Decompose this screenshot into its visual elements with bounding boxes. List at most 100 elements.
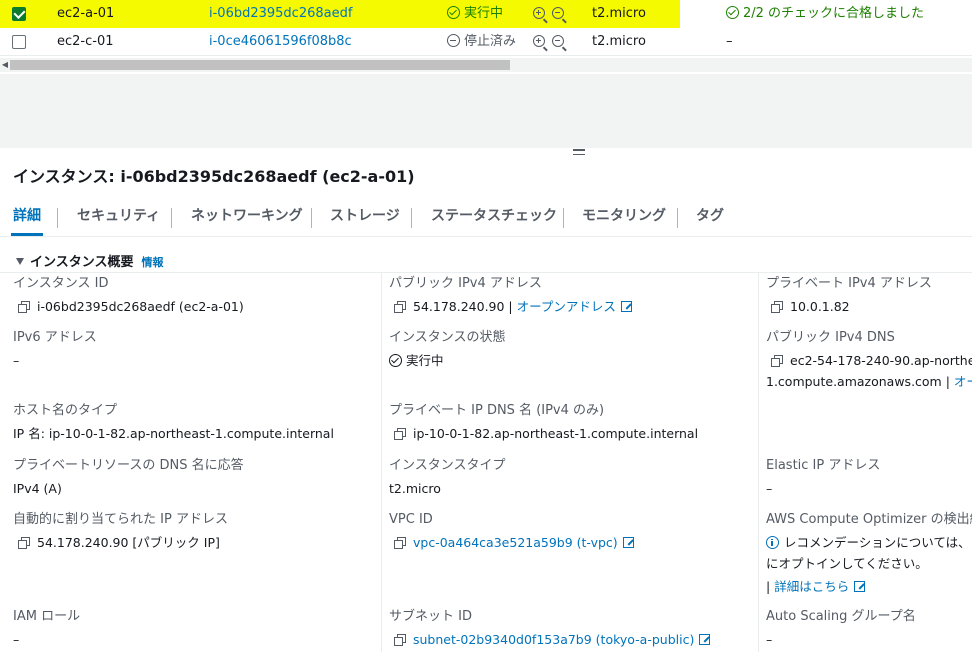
instance-type: t2.micro [592, 34, 646, 49]
field-label: プライベート IP DNS 名 (IPv4 のみ) [389, 403, 605, 418]
copy-icon[interactable] [18, 537, 30, 549]
instance-state: 停止済み [447, 28, 516, 56]
info-link[interactable]: 情報 [141, 256, 163, 269]
copy-icon[interactable] [18, 301, 30, 313]
field-public-ipv4: パブリック IPv4 アドレス 54.178.240.90 | オープンアドレス [389, 275, 633, 317]
check-circle-icon [447, 6, 460, 19]
field-auto-scaling-group: Auto Scaling グループ名 – [766, 608, 916, 650]
field-label: VPC ID [389, 512, 433, 527]
section-title: インスタンス概要 [30, 255, 134, 270]
tab-status-checks[interactable]: ステータスチェック [431, 200, 557, 236]
tab-tags[interactable]: タグ [696, 200, 724, 236]
field-label: ホスト名のタイプ [13, 403, 118, 418]
field-label: プライベートリソースの DNS 名に応答 [13, 458, 244, 473]
vpc-link[interactable]: vpc-0a464ca3e521a59b9 (t-vpc) [413, 535, 618, 550]
details-link[interactable]: 詳細はこちら [774, 579, 849, 594]
column-divider [758, 272, 759, 652]
external-link-icon[interactable] [622, 536, 635, 548]
divider [0, 272, 972, 273]
field-hostname-type: ホスト名のタイプ IP 名: ip-10-0-1-82.ap-northeast… [13, 402, 334, 444]
table-row[interactable]: ec2-c-01 i-0ce46061596f08b8c 停止済み t2.mic… [0, 28, 972, 56]
field-label: プライベート IPv4 アドレス [766, 276, 932, 291]
field-label: 自動的に割り当てられた IP アドレス [13, 512, 228, 527]
field-instance-id: インスタンス ID i-06bd2395dc268aedf (ec2-a-01) [13, 275, 244, 317]
field-public-dns: パブリック IPv4 DNS ec2-54-178-240-90.ap-nort… [766, 329, 972, 392]
field-label: Auto Scaling グループ名 [766, 609, 916, 624]
check-circle-icon [726, 6, 739, 19]
tab-details[interactable]: 詳細 [11, 200, 43, 236]
state-label: 実行中 [464, 6, 504, 21]
field-value: – [13, 353, 20, 368]
subnet-link[interactable]: subnet-02b9340d0f153a7b9 (tokyo-a-public… [413, 632, 694, 647]
field-label: Elastic IP アドレス [766, 458, 881, 473]
scrollbar-thumb[interactable] [10, 60, 510, 70]
optimizer-link[interactable]: にオプトインしてください。 [766, 556, 928, 571]
field-label: サブネット ID [389, 609, 472, 624]
table-empty-area [0, 74, 972, 148]
instances-table: ec2-a-01 i-06bd2395dc268aedf 実行中 t2.micr… [0, 0, 972, 74]
instance-name: ec2-a-01 [57, 6, 115, 21]
field-private-ip-dns: プライベート IP DNS 名 (IPv4 のみ) ip-10-0-1-82.a… [389, 402, 698, 444]
field-value: 10.0.1.82 [790, 299, 850, 314]
field-elastic-ip: Elastic IP アドレス – [766, 457, 880, 499]
field-label: AWS Compute Optimizer の検出結果 [766, 512, 972, 527]
resize-handle-icon[interactable] [573, 149, 585, 157]
field-value: 実行中 [406, 353, 444, 368]
page-title: インスタンス: i-06bd2395dc268aedf (ec2-a-01) [13, 167, 415, 186]
copy-icon[interactable] [394, 634, 406, 646]
field-label: インスタンス ID [13, 276, 109, 291]
field-private-ipv4: プライベート IPv4 アドレス 10.0.1.82 [766, 275, 932, 317]
optimizer-link[interactable]: レコメンデーションについては、 [784, 535, 971, 550]
zoom-controls [533, 28, 567, 56]
field-value: – [13, 632, 20, 647]
zoom-in-icon[interactable] [533, 7, 545, 19]
external-link-icon[interactable] [699, 633, 712, 645]
scroll-left-icon[interactable]: ◀ [0, 58, 10, 72]
field-value: t2.micro [389, 481, 441, 496]
instance-detail-panel: インスタンス: i-06bd2395dc268aedf (ec2-a-01) 詳… [0, 148, 972, 652]
status-check: – [726, 34, 733, 49]
instance-type: t2.micro [592, 6, 646, 21]
field-value: 54.178.240.90 | [413, 299, 513, 314]
field-value: ip-10-0-1-82.ap-northeast-1.compute.inte… [413, 426, 699, 441]
copy-icon[interactable] [771, 301, 783, 313]
zoom-out-icon[interactable] [552, 7, 565, 19]
copy-icon[interactable] [394, 301, 406, 313]
field-label: IPv6 アドレス [13, 330, 97, 345]
field-instance-state: インスタンスの状態 実行中 [389, 329, 505, 371]
field-label: インスタンスの状態 [389, 330, 506, 345]
field-vpc-id: VPC ID vpc-0a464ca3e521a59b9 (t-vpc) [389, 511, 635, 553]
open-address-link[interactable]: オープ [954, 374, 972, 389]
tab-storage[interactable]: ストレージ [330, 200, 400, 236]
field-value: – [766, 632, 773, 647]
tab-security[interactable]: セキュリティ [77, 200, 160, 236]
tab-monitoring[interactable]: モニタリング [582, 200, 666, 236]
instance-name: ec2-c-01 [57, 34, 114, 49]
instance-id-link[interactable]: i-0ce46061596f08b8c [209, 28, 352, 56]
field-private-dns-answer: プライベートリソースの DNS 名に応答 IPv4 (A) [13, 457, 244, 499]
row-checkbox[interactable] [12, 7, 26, 21]
status-check-label: 2/2 のチェックに合格しました [743, 6, 925, 21]
section-header[interactable]: インスタンス概要 情報 [16, 251, 163, 270]
stopped-circle-icon [447, 34, 460, 47]
zoom-out-icon[interactable] [552, 35, 565, 47]
field-iam-role: IAM ロール – [13, 608, 80, 650]
open-address-link[interactable]: オープンアドレス [517, 299, 616, 314]
column-divider [381, 272, 382, 652]
external-link-icon[interactable] [854, 580, 867, 592]
instance-id-link[interactable]: i-06bd2395dc268aedf [209, 0, 352, 28]
tab-networking[interactable]: ネットワーキング [191, 200, 303, 236]
field-ipv6: IPv6 アドレス – [13, 329, 97, 371]
copy-icon[interactable] [394, 428, 406, 440]
copy-icon[interactable] [771, 355, 783, 367]
field-value: 1.compute.amazonaws.com | [766, 374, 950, 389]
zoom-in-icon[interactable] [533, 35, 545, 47]
copy-icon[interactable] [394, 537, 406, 549]
separator: | [766, 579, 771, 594]
row-checkbox[interactable] [12, 35, 26, 49]
field-value: 54.178.240.90 [パブリック IP] [37, 535, 220, 550]
status-check: 2/2 のチェックに合格しました [726, 0, 924, 28]
external-link-icon[interactable] [620, 300, 633, 312]
table-row[interactable]: ec2-a-01 i-06bd2395dc268aedf 実行中 t2.micr… [0, 0, 972, 28]
field-value: IP 名: ip-10-0-1-82.ap-northeast-1.comput… [13, 426, 334, 441]
